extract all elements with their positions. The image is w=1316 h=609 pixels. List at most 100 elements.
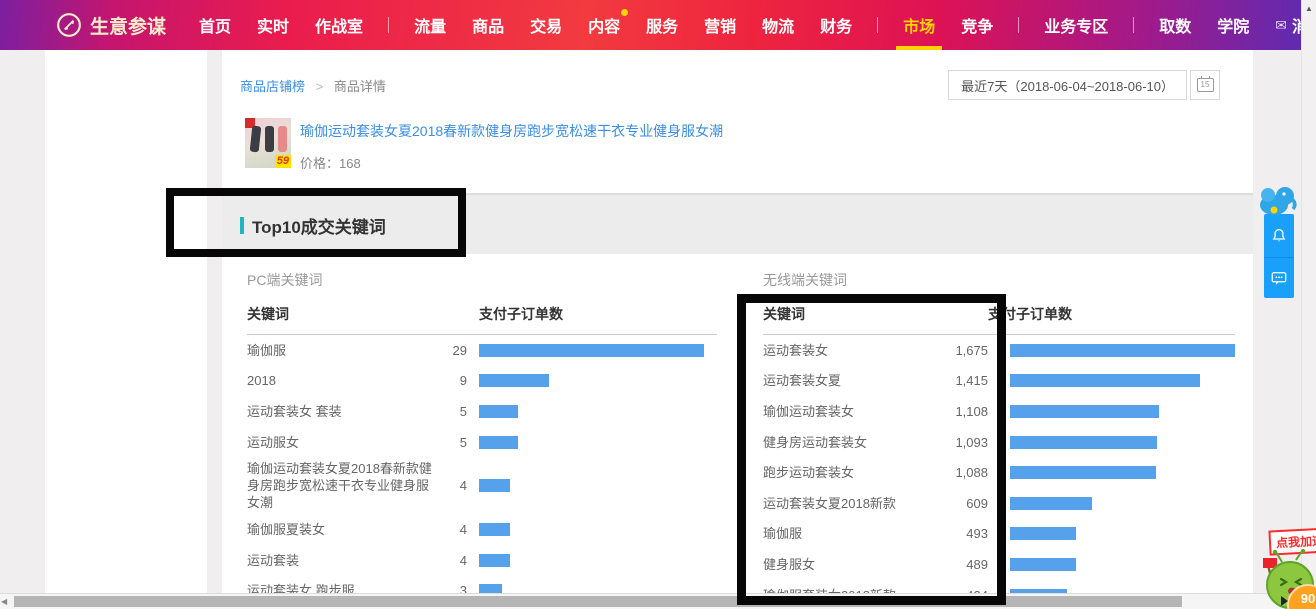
nav-item-商品[interactable]: 商品 bbox=[472, 0, 504, 50]
chat-icon bbox=[1270, 269, 1288, 287]
nav-item-label: 流量 bbox=[414, 13, 446, 37]
bar-track bbox=[479, 584, 704, 593]
nav-item-营销[interactable]: 营销 bbox=[704, 0, 736, 50]
scroll-up-arrow-icon[interactable]: ▲ bbox=[1302, 4, 1316, 13]
nav-divider bbox=[1018, 17, 1019, 33]
nav-item-首页[interactable]: 首页 bbox=[199, 0, 231, 50]
table-row: 20189 bbox=[247, 366, 717, 397]
nav-item-内容[interactable]: 内容 bbox=[588, 0, 620, 50]
breadcrumb-separator: > bbox=[316, 79, 324, 94]
calendar-button[interactable]: 15 bbox=[1190, 70, 1220, 100]
top-nav: 生意参谋 首页实时 作战室 流量 商品 交易 内容服务 营销 物流 财务 市场 竞争 业务专区 取数 学院… bbox=[0, 0, 1302, 50]
bar bbox=[479, 374, 549, 387]
value-cell: 9 bbox=[435, 373, 467, 388]
nav-item-服务[interactable]: 服务 bbox=[646, 0, 678, 50]
horizontal-scrollbar[interactable]: ◀ bbox=[0, 593, 1302, 609]
bar bbox=[479, 344, 704, 357]
value-cell: 4 bbox=[435, 553, 467, 568]
nav-item-label: 交易 bbox=[530, 13, 562, 37]
breadcrumb-current: 商品详情 bbox=[334, 79, 386, 94]
bar bbox=[1010, 436, 1157, 449]
nav-item-label: 商品 bbox=[472, 13, 504, 37]
bar-track bbox=[1010, 466, 1235, 479]
keyword-cell: 瑜伽服夏装女 bbox=[247, 518, 435, 541]
bar bbox=[1010, 497, 1092, 510]
bar-track bbox=[479, 405, 704, 418]
nav-item-流量[interactable]: 流量 bbox=[414, 0, 446, 50]
keyword-cell: 运动套装女 套装 bbox=[247, 400, 435, 423]
brand[interactable]: 生意参谋 bbox=[56, 12, 166, 39]
nav-item-label: 物流 bbox=[762, 13, 794, 37]
keyword-cell: 运动服女 bbox=[247, 431, 435, 454]
price-badge: 59 bbox=[275, 155, 291, 168]
value-cell: 4 bbox=[435, 478, 467, 493]
keyword-cell: 2018 bbox=[247, 369, 435, 392]
envelope-icon: ✉ bbox=[1275, 17, 1287, 34]
bar bbox=[1010, 466, 1156, 479]
scroll-left-arrow-icon[interactable]: ◀ bbox=[1, 597, 7, 606]
chat-message-button[interactable] bbox=[1264, 258, 1294, 298]
elephant-mascot-icon[interactable] bbox=[1256, 184, 1298, 221]
annotation-box-wireless-keyword-column bbox=[737, 294, 1006, 605]
value-cell: 5 bbox=[435, 435, 467, 450]
nav-item-市场[interactable]: 市场 bbox=[903, 0, 935, 50]
breadcrumb-link[interactable]: 商品店铺榜 bbox=[240, 79, 305, 94]
nav-item-label: 竞争 bbox=[961, 13, 993, 37]
product-thumbnail[interactable]: 59 bbox=[245, 118, 291, 168]
nav-item-竞争[interactable]: 竞争 bbox=[961, 0, 993, 50]
bar bbox=[1010, 558, 1076, 571]
page: 生意参谋 首页实时 作战室 流量 商品 交易 内容服务 营销 物流 财务 市场 竞争 业务专区 取数 学院… bbox=[0, 0, 1316, 609]
calendar-icon: 15 bbox=[1197, 78, 1214, 92]
nav-item-作战室[interactable]: 作战室 bbox=[315, 0, 363, 50]
brand-name: 生意参谋 bbox=[90, 12, 166, 39]
notification-dot bbox=[621, 9, 628, 16]
keyword-cell: 运动套装 bbox=[247, 549, 435, 572]
nav-divider bbox=[1133, 17, 1134, 33]
nav-item-label: 作战室 bbox=[315, 13, 363, 37]
bar-track bbox=[479, 523, 704, 536]
product-price: 价格：168 bbox=[300, 153, 361, 172]
table-row: 运动服女5 bbox=[247, 427, 717, 458]
table-row: 瑜伽运动套装女夏2018春新款健身房跑步宽松速干衣专业健身服女潮4 bbox=[247, 457, 717, 514]
nav-item-实时[interactable]: 实时 bbox=[257, 0, 289, 50]
vertical-scrollbar[interactable]: ▲ bbox=[1301, 0, 1316, 609]
bar bbox=[479, 554, 510, 567]
nav-items: 首页实时作战室流量商品交易内容服务营销物流财务市场竞争业务专区取数学院✉消息 bbox=[186, 0, 1316, 50]
value-cell: 3 bbox=[435, 583, 467, 593]
keyword-cell: 运动套装女 跑步服 bbox=[247, 579, 435, 593]
bar bbox=[479, 584, 502, 593]
play-triangle-icon bbox=[1281, 596, 1288, 606]
pc-table-rows: 瑜伽服2920189运动套装女 套装5运动服女5瑜伽运动套装女夏2018春新款健… bbox=[247, 335, 717, 593]
date-range-selector[interactable]: 最近7天（2018-06-04~2018-06-10） bbox=[948, 70, 1187, 100]
nav-item-label: 学院 bbox=[1217, 13, 1249, 37]
horizontal-scrollbar-thumb[interactable] bbox=[14, 596, 1182, 607]
bar-track bbox=[1010, 527, 1235, 540]
bar bbox=[1010, 374, 1200, 387]
nav-item-取数[interactable]: 取数 bbox=[1159, 0, 1191, 50]
bar-track bbox=[479, 554, 704, 567]
bar-track bbox=[1010, 558, 1235, 571]
nav-item-学院[interactable]: 学院 bbox=[1217, 0, 1249, 50]
bar-track bbox=[479, 344, 704, 357]
bar-track bbox=[479, 479, 704, 492]
bell-icon bbox=[1270, 226, 1288, 246]
wireless-panel-title: 无线端关键词 bbox=[763, 270, 1235, 290]
bar bbox=[479, 479, 510, 492]
nav-item-label: 取数 bbox=[1159, 13, 1191, 37]
nav-item-物流[interactable]: 物流 bbox=[762, 0, 794, 50]
bar bbox=[479, 523, 510, 536]
nav-item-交易[interactable]: 交易 bbox=[530, 0, 562, 50]
nav-item-财务[interactable]: 财务 bbox=[820, 0, 852, 50]
col-keyword: 关键词 bbox=[247, 304, 479, 324]
nav-item-label: 财务 bbox=[820, 13, 852, 37]
bar-track bbox=[1010, 497, 1235, 510]
breadcrumb: 商品店铺榜 > 商品详情 bbox=[240, 76, 386, 95]
value-cell: 5 bbox=[435, 404, 467, 419]
bar-track bbox=[1010, 405, 1235, 418]
nav-item-label: 营销 bbox=[704, 13, 736, 37]
product-title-link[interactable]: 瑜伽运动套装女夏2018春新款健身房跑步宽松速干衣专业健身服女潮 bbox=[300, 121, 723, 141]
bar bbox=[1010, 405, 1159, 418]
nav-item-业务专区[interactable]: 业务专区 bbox=[1044, 0, 1108, 50]
table-row: 运动套装4 bbox=[247, 545, 717, 576]
pc-keywords-panel: PC端关键词 关键词 支付子订单数 瑜伽服2920189运动套装女 套装5运动服… bbox=[247, 262, 717, 593]
